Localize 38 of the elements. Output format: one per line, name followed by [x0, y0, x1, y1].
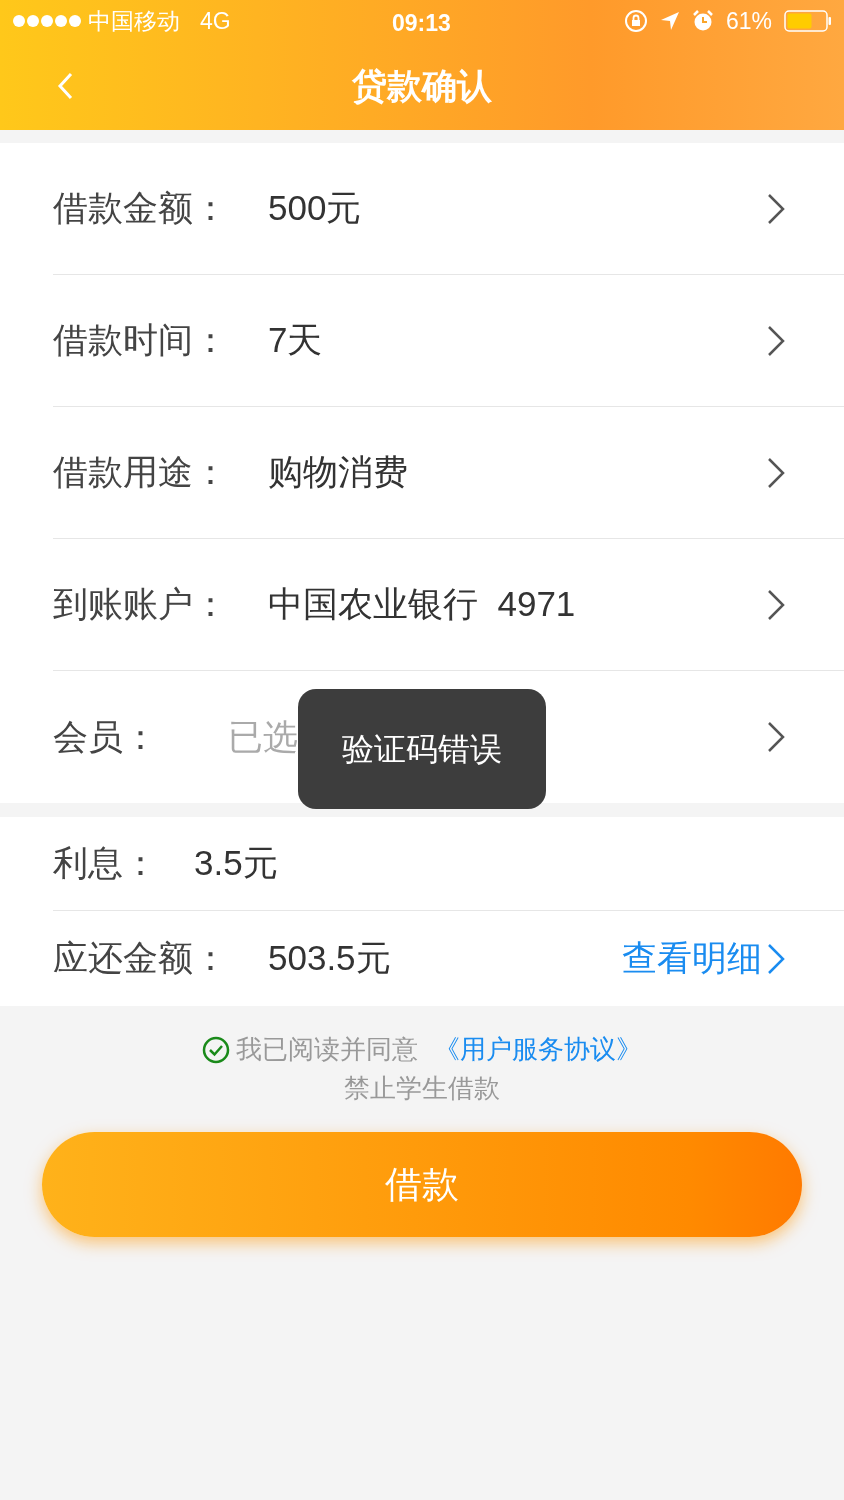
field-value: 503.5元	[268, 937, 391, 980]
page-title: 贷款确认	[352, 64, 492, 107]
chevron-right-icon	[766, 191, 786, 226]
checkbox[interactable]	[202, 1035, 230, 1064]
field-value: 3.5元	[194, 842, 278, 885]
field-value: 500元	[268, 187, 362, 230]
rotation-lock-icon	[623, 9, 648, 33]
field-label: 应还金额：	[53, 937, 229, 980]
borrow-button[interactable]: 借款	[42, 1132, 802, 1237]
battery-percent: 61%	[725, 6, 772, 36]
battery-icon	[784, 10, 832, 32]
field-value: 7天	[268, 319, 323, 362]
chevron-right-icon	[766, 720, 786, 754]
field-value: 购物消费	[268, 451, 408, 494]
chevron-right-icon	[766, 455, 786, 490]
chevron-right-icon	[766, 941, 786, 976]
chevron-right-icon	[766, 323, 786, 358]
field-label: 借款金额：	[53, 187, 229, 230]
signal-icon	[12, 14, 82, 28]
location-arrow-icon	[659, 11, 680, 31]
clock-time: 09:13	[392, 9, 451, 38]
field-label: 借款时间：	[53, 319, 229, 362]
field-label: 到账账户：	[53, 583, 229, 626]
carrier-name: 中国移动	[88, 6, 180, 36]
back-icon	[57, 72, 73, 100]
field-value: 已选	[228, 715, 298, 758]
agreement-link[interactable]: 《用户服务协议》	[434, 1030, 642, 1069]
chevron-right-icon	[766, 587, 786, 622]
field-label: 会员：	[53, 715, 159, 758]
toast-message: 验证码错误	[298, 689, 546, 809]
field-value: 中国农业银行 4971	[268, 583, 576, 626]
network-type: 4G	[200, 6, 231, 36]
field-label: 借款用途：	[53, 451, 229, 494]
agreement-text: 我已阅读并同意	[236, 1033, 418, 1066]
alarm-clock-icon	[691, 10, 714, 32]
notice-text: 禁止学生借款	[344, 1072, 500, 1105]
field-label: 利息：	[53, 842, 159, 885]
details-link[interactable]: 查看明细	[622, 932, 786, 985]
